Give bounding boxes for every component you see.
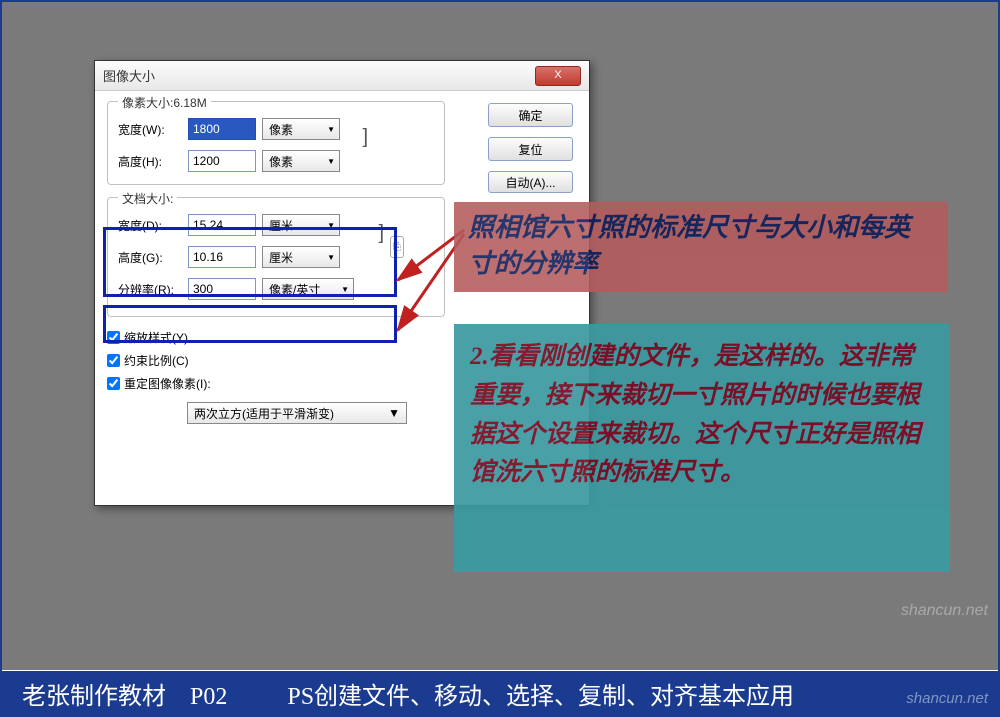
doc-height-unit-combo[interactable]: 厘米▼	[262, 246, 340, 268]
footer-title: PS创建文件、移动、选择、复制、对齐基本应用	[287, 676, 794, 711]
pixel-dimensions-fieldset: 像素大小:6.18M 宽度(W): 像素▼ 高度(H): 像素▼ ]	[107, 101, 445, 185]
pixel-dim-legend: 像素大小:6.18M	[118, 94, 211, 111]
red-annotation: 照相馆六寸照的标准尺寸与大小和每英寸的分辨率	[454, 202, 948, 292]
height-input[interactable]	[188, 150, 256, 172]
height-label: 高度(H):	[118, 153, 182, 170]
link-bracket-icon: ]	[362, 126, 368, 149]
watermark-footer: shancun.net	[906, 690, 988, 707]
teal-annotation: 2.看看刚创建的文件，是这样的。这非常重要，接下来裁切一寸照片的时候也要根据这个…	[454, 324, 950, 572]
resolution-unit-combo[interactable]: 像素/英寸▼	[262, 278, 354, 300]
link-bracket-icon: ]	[378, 222, 384, 245]
chevron-down-icon: ▼	[388, 406, 400, 420]
chevron-down-icon: ▼	[341, 285, 349, 294]
teal-annotation-text: 2.看看刚创建的文件，是这样的。这非常重要，接下来裁切一寸照片的时候也要根据这个…	[470, 338, 934, 493]
red-annotation-text: 照相馆六寸照的标准尺寸与大小和每英寸的分辨率	[468, 210, 934, 283]
height-unit-combo[interactable]: 像素▼	[262, 150, 340, 172]
ok-button[interactable]: 确定	[488, 103, 573, 127]
doc-height-input[interactable]	[188, 246, 256, 268]
dialog-titlebar[interactable]: 图像大小 X	[95, 61, 589, 91]
close-icon: X	[554, 69, 561, 81]
doc-width-input[interactable]	[188, 214, 256, 236]
footer-author: 老张制作教材 P02	[22, 676, 227, 711]
chevron-down-icon: ▼	[327, 125, 335, 134]
chevron-down-icon: ▼	[327, 221, 335, 230]
canvas-background: 图像大小 X 确定 复位 自动(A)... 像素大小:6.18M 宽度(W): …	[2, 2, 998, 670]
doc-size-legend: 文档大小:	[118, 190, 177, 207]
width-unit-combo[interactable]: 像素▼	[262, 118, 340, 140]
resample-label: 重定图像像素(I):	[124, 375, 211, 392]
resample-checkbox[interactable]	[107, 377, 120, 390]
scale-styles-label: 缩放样式(Y)	[124, 329, 188, 346]
width-label: 宽度(W):	[118, 121, 182, 138]
doc-width-unit-combo[interactable]: 厘米▼	[262, 214, 340, 236]
interpolation-combo[interactable]: 两次立方(适用于平滑渐变) ▼	[187, 402, 407, 424]
tutorial-frame: 图像大小 X 确定 复位 自动(A)... 像素大小:6.18M 宽度(W): …	[0, 0, 1000, 717]
resolution-label: 分辨率(R):	[118, 281, 182, 298]
auto-button[interactable]: 自动(A)...	[488, 171, 573, 193]
doc-height-label: 高度(G):	[118, 249, 182, 266]
close-button[interactable]: X	[535, 66, 581, 86]
reset-button[interactable]: 复位	[488, 137, 573, 161]
constrain-label: 约束比例(C)	[124, 352, 189, 369]
resolution-input[interactable]	[188, 278, 256, 300]
document-size-fieldset: 文档大小: 宽度(D): 厘米▼ 高度(G): 厘米▼ 分辨率(R):	[107, 197, 445, 317]
chain-link-icon[interactable]: ⎘	[390, 236, 404, 258]
chevron-down-icon: ▼	[327, 253, 335, 262]
tutorial-footer: 老张制作教材 P02 PS创建文件、移动、选择、复制、对齐基本应用 shancu…	[2, 671, 998, 715]
constrain-checkbox[interactable]	[107, 354, 120, 367]
scale-styles-checkbox[interactable]	[107, 331, 120, 344]
chevron-down-icon: ▼	[327, 157, 335, 166]
side-buttons: 确定 复位 自动(A)...	[488, 103, 573, 193]
watermark-text: shancun.net	[901, 602, 988, 620]
width-input[interactable]	[188, 118, 256, 140]
doc-width-label: 宽度(D):	[118, 217, 182, 234]
dialog-title: 图像大小	[103, 66, 155, 85]
